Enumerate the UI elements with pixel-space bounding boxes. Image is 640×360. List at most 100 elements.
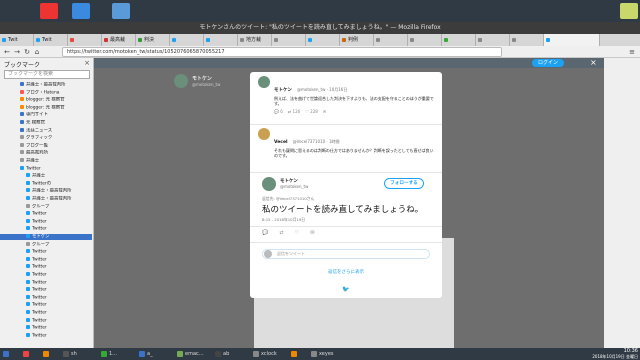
browser-tab[interactable]: 判決: [136, 34, 170, 46]
bookmark-item[interactable]: Twitter: [0, 226, 92, 232]
bookmark-item[interactable]: Twitter: [0, 332, 92, 339]
bookmark-item[interactable]: Twitter: [0, 317, 92, 324]
bookmark-item[interactable]: blogger: 元 検察官: [0, 104, 92, 111]
taskbar-task[interactable]: sh: [62, 349, 94, 359]
bookmark-item[interactable]: 法廷ニュース: [0, 127, 92, 134]
tweet-author[interactable]: Vecel: [274, 140, 288, 145]
browser-tab[interactable]: [272, 34, 306, 46]
retweet-icon[interactable]: ⇄: [288, 109, 291, 114]
bookmark-item[interactable]: 弁護士・最高裁判所: [0, 196, 92, 202]
bookmark-item[interactable]: blogger: 元 検察官: [0, 97, 92, 103]
taskbar-task[interactable]: 1...: [100, 349, 132, 359]
back-icon[interactable]: ←: [3, 48, 11, 56]
show-more-replies-link[interactable]: 返信をさらに表示: [250, 269, 442, 275]
bookmark-item[interactable]: グループ: [0, 203, 92, 210]
avatar[interactable]: [258, 128, 270, 140]
message-icon[interactable]: ✉: [310, 230, 314, 236]
bookmark-label: 弁護士: [32, 173, 46, 179]
bookmark-item[interactable]: Twitter: [0, 287, 92, 293]
bookmark-item[interactable]: Twitter: [0, 272, 92, 278]
browser-tab[interactable]: [204, 34, 238, 46]
bookmark-search-input[interactable]: ブックマークを検索: [4, 70, 90, 79]
browser-tab[interactable]: Twit: [34, 34, 68, 46]
browser-tab[interactable]: [544, 34, 600, 46]
browser-tab[interactable]: [476, 34, 510, 46]
main-author-handle: @motoken_tw: [280, 184, 309, 189]
taskbar-task[interactable]: emac...: [176, 349, 208, 359]
bookmark-item[interactable]: グループ: [0, 241, 92, 248]
browser-tab[interactable]: [442, 34, 476, 46]
close-icon[interactable]: ×: [84, 59, 90, 67]
taskbar-task[interactable]: [22, 349, 36, 359]
bookmark-item[interactable]: 最高裁判所: [0, 150, 92, 156]
browser-tab[interactable]: [374, 34, 408, 46]
main-author[interactable]: モトケン @motoken_tw: [280, 178, 308, 189]
reply-to-label[interactable]: 返信先: @Vecel7371010さん: [262, 196, 314, 202]
taskbar-task[interactable]: [290, 349, 304, 359]
menu-icon[interactable]: ≡: [628, 48, 636, 56]
taskbar-task[interactable]: [42, 349, 56, 359]
like-icon[interactable]: ♡: [295, 230, 299, 236]
bookmark-item[interactable]: 元 検察官: [0, 120, 92, 126]
retweet-icon[interactable]: ⇄: [279, 230, 283, 236]
panel-icon[interactable]: [620, 3, 638, 19]
settings-icon[interactable]: [72, 3, 90, 19]
close-icon[interactable]: ×: [590, 58, 597, 67]
login-button[interactable]: ログイン: [532, 59, 564, 67]
clock[interactable]: 10:36 2018年10月19日 金曜日: [592, 348, 638, 360]
reload-icon[interactable]: ↻: [23, 48, 31, 56]
bookmark-item[interactable]: 弁護士・最高裁判所: [0, 82, 92, 88]
reply-input[interactable]: 返信をツイート: [262, 249, 430, 259]
reply-icon[interactable]: 💬: [262, 230, 268, 236]
forward-icon[interactable]: →: [13, 48, 21, 56]
avatar[interactable]: [262, 177, 276, 191]
bookmark-item[interactable]: Twitter: [0, 279, 92, 286]
follow-button[interactable]: フォローする: [384, 178, 424, 189]
bookmark-item[interactable]: 専門サイト: [0, 112, 92, 118]
reply-icon[interactable]: 💬: [274, 109, 279, 114]
browser-tab[interactable]: 最高裁: [102, 34, 136, 46]
bookmark-item[interactable]: Twitter: [0, 218, 92, 225]
url-input[interactable]: https://twitter.com/motoken_tw/status/10…: [62, 47, 502, 57]
bookmark-item[interactable]: Twitter: [0, 256, 92, 263]
browser-tab[interactable]: 地方裁: [238, 34, 272, 46]
bookmark-item[interactable]: ブログ一覧: [0, 142, 92, 149]
folder-icon[interactable]: [40, 3, 58, 19]
browser-tab[interactable]: [306, 34, 340, 46]
bookmark-item[interactable]: Twitter: [0, 302, 92, 308]
tweet-author[interactable]: モトケン: [274, 88, 292, 93]
like-icon[interactable]: ♡: [305, 109, 309, 114]
bookmark-item[interactable]: 弁護士: [0, 173, 92, 179]
browser-tab[interactable]: [68, 34, 102, 46]
task-icon: [253, 351, 259, 357]
bookmark-item[interactable]: Twitter: [0, 249, 92, 255]
taskbar-task[interactable]: xeyes: [310, 349, 342, 359]
profile-name[interactable]: モトケン: [192, 75, 212, 82]
taskbar-task[interactable]: xclock: [252, 349, 284, 359]
bookmark-item[interactable]: モトケン: [0, 234, 92, 240]
bookmark-item[interactable]: Twitter: [0, 310, 92, 316]
bookmark-item[interactable]: Twitterの: [0, 180, 92, 187]
taskbar-task[interactable]: ab: [214, 349, 246, 359]
bookmark-item[interactable]: 弁護士: [0, 158, 92, 164]
bookmark-item[interactable]: Twitter: [0, 294, 92, 301]
bookmark-item[interactable]: Twitter: [0, 165, 92, 172]
bookmark-item[interactable]: Twitter: [0, 264, 92, 270]
bookmark-item[interactable]: グラフィック: [0, 135, 92, 141]
browser-tab[interactable]: [510, 34, 544, 46]
home-icon[interactable]: ⌂: [33, 48, 41, 56]
avatar[interactable]: [258, 76, 270, 88]
taskbar-task[interactable]: a_: [138, 349, 170, 359]
message-icon[interactable]: ✉: [323, 109, 326, 114]
bookmark-item[interactable]: ブログ・Hatena: [0, 89, 92, 96]
browser-tab[interactable]: 判例: [340, 34, 374, 46]
browser-tab[interactable]: Twit: [0, 34, 34, 46]
window-icon[interactable]: [112, 3, 130, 19]
browser-tab[interactable]: [170, 34, 204, 46]
taskbar-task[interactable]: [2, 349, 16, 359]
bookmark-item[interactable]: Twitter: [0, 211, 92, 217]
bookmark-item[interactable]: 弁護士・最高裁判所: [0, 188, 92, 194]
browser-tab[interactable]: [408, 34, 442, 46]
bookmark-item[interactable]: Twitter: [0, 325, 92, 331]
avatar[interactable]: [174, 74, 188, 88]
